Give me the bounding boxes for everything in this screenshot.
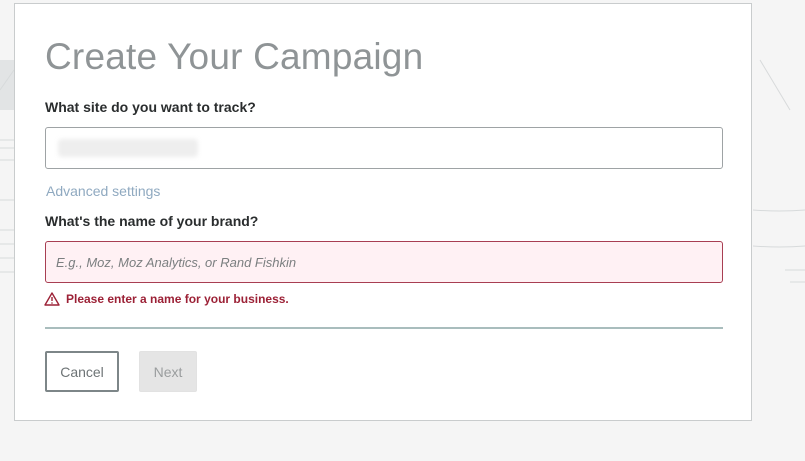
dialog-title: Create Your Campaign (45, 36, 424, 77)
brand-error-message: Please enter a name for your business. (44, 290, 289, 308)
cancel-button[interactable]: Cancel (45, 351, 119, 392)
brand-question-label: What's the name of your brand? (45, 213, 259, 229)
site-question-label: What site do you want to track? (45, 99, 256, 115)
site-url-input[interactable] (45, 127, 723, 169)
next-button[interactable]: Next (139, 351, 197, 392)
brand-name-input[interactable] (45, 241, 723, 283)
divider (45, 327, 723, 329)
error-text: Please enter a name for your business. (66, 292, 289, 306)
advanced-settings-link[interactable]: Advanced settings (46, 183, 160, 199)
site-url-value-redacted (58, 139, 198, 157)
warning-triangle-icon (44, 292, 60, 306)
create-campaign-dialog: Create Your Campaign What site do you wa… (14, 3, 752, 421)
